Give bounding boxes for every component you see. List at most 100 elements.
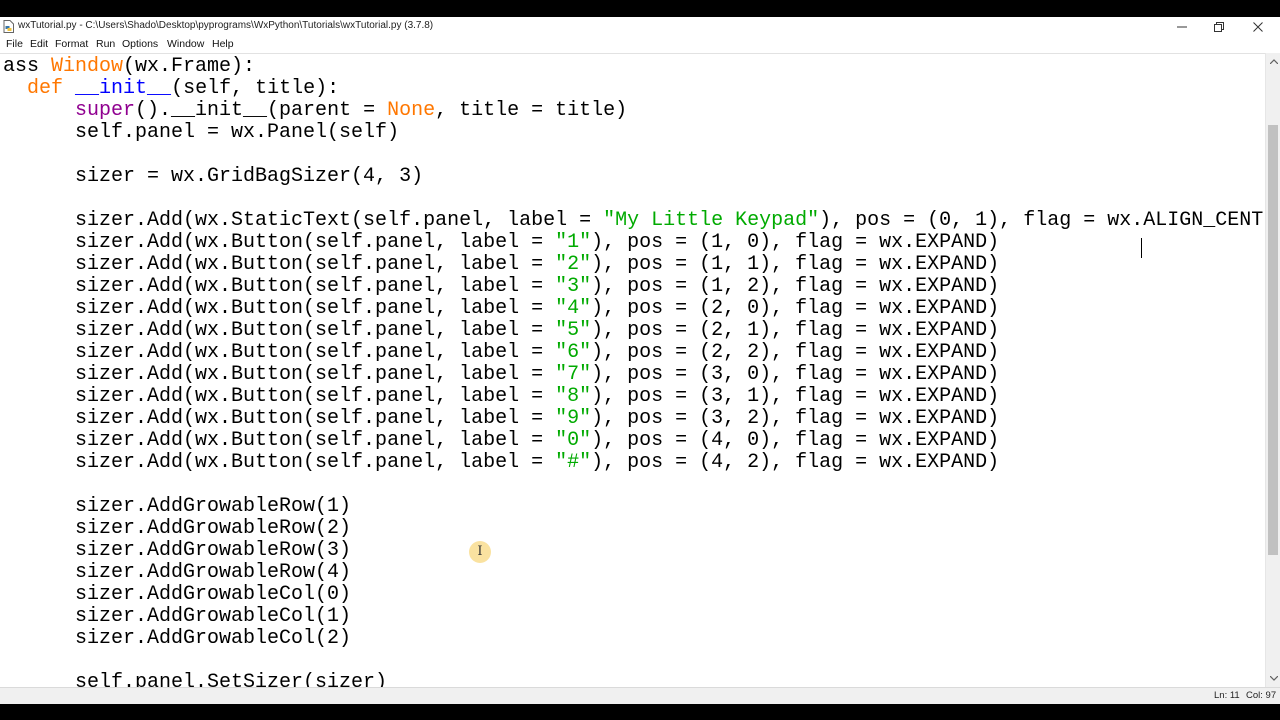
vertical-scrollbar[interactable] bbox=[1265, 53, 1280, 687]
code-line: sizer.Add(wx.Button(self.panel, label = … bbox=[3, 298, 999, 320]
code-token: sizer.Add(wx.Button(self.panel, label = bbox=[3, 451, 556, 474]
code-line: sizer.Add(wx.Button(self.panel, label = … bbox=[3, 430, 999, 452]
code-token: sizer.Add(wx.Button(self.panel, label = bbox=[3, 407, 556, 430]
code-token: "2" bbox=[555, 253, 592, 276]
code-token: sizer.AddGrowableRow(1) bbox=[3, 495, 352, 518]
code-token: ), pos = (4, 0), flag = wx.EXPAND) bbox=[591, 429, 1000, 452]
code-token: self.panel.SetSizer(sizer) bbox=[3, 671, 388, 689]
code-token: "9" bbox=[555, 407, 592, 430]
restore-button[interactable] bbox=[1199, 17, 1239, 36]
title-bar[interactable]: wxTutorial.py - C:\Users\Shado\Desktop\p… bbox=[0, 17, 1280, 36]
window-title: wxTutorial.py - C:\Users\Shado\Desktop\p… bbox=[18, 20, 434, 31]
code-token: Window bbox=[51, 55, 124, 78]
code-token: "#" bbox=[555, 451, 592, 474]
code-token: self.panel = wx.Panel(self) bbox=[3, 121, 400, 144]
code-line: ass Window(wx.Frame): bbox=[3, 56, 255, 78]
code-line: sizer.AddGrowableRow(2) bbox=[3, 518, 351, 540]
menu-file[interactable]: File bbox=[6, 38, 23, 50]
code-token: "My Little Keypad" bbox=[603, 209, 820, 232]
code-line: sizer.Add(wx.Button(self.panel, label = … bbox=[3, 452, 999, 474]
menu-window[interactable]: Window bbox=[167, 38, 204, 50]
code-token: ().__init__(parent = bbox=[135, 99, 388, 122]
menu-options[interactable]: Options bbox=[122, 38, 158, 50]
code-token: ), pos = (4, 2), flag = wx.EXPAND) bbox=[591, 451, 1000, 474]
code-line: sizer.Add(wx.Button(self.panel, label = … bbox=[3, 408, 999, 430]
code-line: sizer.Add(wx.Button(self.panel, label = … bbox=[3, 320, 999, 342]
code-line: self.panel = wx.Panel(self) bbox=[3, 122, 399, 144]
code-token: sizer.Add(wx.Button(self.panel, label = bbox=[3, 385, 556, 408]
code-token: sizer.Add(wx.Button(self.panel, label = bbox=[3, 429, 556, 452]
menu-bar: File Edit Format Run Options Window Help bbox=[0, 36, 1280, 53]
code-line: super().__init__(parent = None, title = … bbox=[3, 100, 627, 122]
menu-run[interactable]: Run bbox=[96, 38, 115, 50]
code-token: ), pos = (2, 0), flag = wx.EXPAND) bbox=[591, 297, 1000, 320]
scrollbar-thumb[interactable] bbox=[1268, 125, 1278, 555]
code-token: sizer.AddGrowableRow(4) bbox=[3, 561, 352, 584]
code-token: sizer.AddGrowableRow(2) bbox=[3, 517, 352, 540]
code-token: , title = title) bbox=[435, 99, 628, 122]
code-token: sizer.AddGrowableCol(1) bbox=[3, 605, 352, 628]
code-token: sizer.Add(wx.Button(self.panel, label = bbox=[3, 341, 556, 364]
close-button[interactable] bbox=[1238, 17, 1278, 36]
line-number-status: Ln: 11 bbox=[1214, 690, 1240, 701]
scroll-up-arrow-icon[interactable] bbox=[1266, 53, 1280, 70]
code-token: None bbox=[387, 99, 436, 122]
code-token: "3" bbox=[555, 275, 592, 298]
column-number-status: Col: 97 bbox=[1246, 690, 1277, 701]
code-line: sizer.Add(wx.Button(self.panel, label = … bbox=[3, 342, 999, 364]
restore-icon bbox=[1214, 21, 1224, 32]
code-line: sizer.Add(wx.StaticText(self.panel, labe… bbox=[3, 210, 1263, 232]
code-line: sizer.Add(wx.Button(self.panel, label = … bbox=[3, 386, 999, 408]
code-token: ), pos = (1, 1), flag = wx.EXPAND) bbox=[591, 253, 1000, 276]
code-line: sizer.AddGrowableCol(2) bbox=[3, 628, 351, 650]
code-token: ), pos = (1, 2), flag = wx.EXPAND) bbox=[591, 275, 1000, 298]
code-editor[interactable]: ass Window(wx.Frame): def __init__(self,… bbox=[0, 53, 1265, 688]
code-token: ), pos = (2, 2), flag = wx.EXPAND) bbox=[591, 341, 1000, 364]
code-token: ), pos = (3, 2), flag = wx.EXPAND) bbox=[591, 407, 1000, 430]
menu-format[interactable]: Format bbox=[55, 38, 88, 50]
code-token: (wx.Frame): bbox=[123, 55, 256, 78]
code-line: self.panel.SetSizer(sizer) bbox=[3, 671, 388, 689]
menu-edit[interactable]: Edit bbox=[30, 38, 48, 50]
code-line: sizer.Add(wx.Button(self.panel, label = … bbox=[3, 364, 999, 386]
code-token: sizer.Add(wx.Button(self.panel, label = bbox=[3, 297, 556, 320]
code-line: sizer.Add(wx.Button(self.panel, label = … bbox=[3, 254, 999, 276]
close-icon bbox=[1253, 21, 1263, 32]
code-token: "7" bbox=[555, 363, 592, 386]
status-bar: Ln: 11 Col: 97 bbox=[0, 687, 1280, 705]
code-token: "4" bbox=[555, 297, 592, 320]
screen-bottom-border bbox=[0, 704, 1280, 720]
menu-help[interactable]: Help bbox=[212, 38, 234, 50]
code-line: sizer = wx.GridBagSizer(4, 3) bbox=[3, 166, 423, 188]
idle-editor-window: wxTutorial.py - C:\Users\Shado\Desktop\p… bbox=[0, 17, 1280, 705]
code-token: "8" bbox=[555, 385, 592, 408]
code-token: (self, title): bbox=[171, 77, 340, 100]
code-line: sizer.AddGrowableCol(1) bbox=[3, 606, 351, 628]
code-token: ), pos = (3, 1), flag = wx.EXPAND) bbox=[591, 385, 1000, 408]
code-token: ), pos = (2, 1), flag = wx.EXPAND) bbox=[591, 319, 1000, 342]
code-token: sizer.AddGrowableCol(0) bbox=[3, 583, 352, 606]
code-token: sizer.Add(wx.Button(self.panel, label = bbox=[3, 253, 556, 276]
code-token: "5" bbox=[555, 319, 592, 342]
code-line: sizer.Add(wx.Button(self.panel, label = … bbox=[3, 276, 999, 298]
code-token: super bbox=[75, 99, 136, 122]
code-token: ), pos = (3, 0), flag = wx.EXPAND) bbox=[591, 363, 1000, 386]
screen-top-border bbox=[0, 0, 1280, 17]
code-token: __init__ bbox=[75, 77, 172, 100]
scroll-down-arrow-icon[interactable] bbox=[1266, 670, 1280, 687]
code-line: sizer.AddGrowableRow(1) bbox=[3, 496, 351, 518]
text-caret bbox=[1141, 238, 1142, 258]
code-line: def __init__(self, title): bbox=[3, 78, 339, 100]
code-token: sizer.Add(wx.StaticText(self.panel, labe… bbox=[3, 209, 604, 232]
code-token: sizer = wx.GridBagSizer(4, 3) bbox=[3, 165, 424, 188]
minimize-button[interactable] bbox=[1162, 17, 1202, 36]
python-file-icon bbox=[3, 20, 14, 33]
code-line: sizer.AddGrowableRow(3) bbox=[3, 540, 351, 562]
code-token: sizer.Add(wx.Button(self.panel, label = bbox=[3, 231, 556, 254]
code-token: def bbox=[27, 77, 64, 100]
code-line: sizer.AddGrowableRow(4) bbox=[3, 562, 351, 584]
code-token: ), pos = (1, 0), flag = wx.EXPAND) bbox=[591, 231, 1000, 254]
